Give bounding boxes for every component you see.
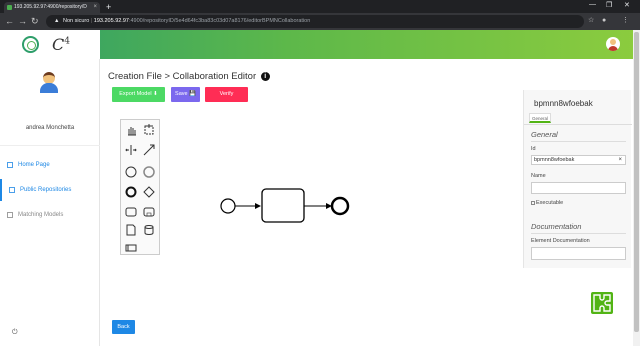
address-bar[interactable]: ▲ Non sicuro | 193.205.92.97:4900/reposi… bbox=[46, 15, 584, 28]
app-header: C4 bbox=[0, 30, 640, 59]
end-event[interactable] bbox=[330, 196, 350, 216]
user-avatar bbox=[40, 71, 58, 93]
executable-checkbox[interactable]: Executable bbox=[531, 200, 563, 206]
document-icon bbox=[7, 162, 13, 168]
divider bbox=[531, 233, 626, 234]
document-icon bbox=[9, 187, 15, 193]
clear-icon[interactable]: × bbox=[618, 156, 622, 164]
sidebar-item-label: Public Repositories bbox=[20, 187, 72, 193]
browser-chrome: 193.205.92.97:4900/repository/D × + — ❐ … bbox=[0, 0, 640, 30]
group-general-heading: General bbox=[531, 130, 558, 139]
star-icon[interactable]: ☆ bbox=[588, 16, 594, 26]
logo-emblem-icon bbox=[22, 36, 39, 53]
sidebar-item-label: Matching Models bbox=[18, 212, 64, 218]
url-path: :4900/repositoryID/5e4d64fc3ba83c03d07a8… bbox=[128, 18, 311, 24]
incognito-icon[interactable]: ● bbox=[602, 16, 606, 26]
verify-button[interactable]: Verify bbox=[205, 87, 248, 102]
username: andrea Monchetta bbox=[25, 125, 75, 131]
element-id-title: bpmnn8wfoebak bbox=[534, 99, 593, 108]
divider bbox=[531, 141, 626, 142]
bpmn-canvas[interactable] bbox=[112, 111, 522, 339]
new-tab-button[interactable]: + bbox=[106, 2, 111, 12]
url-host: 193.205.92.97 bbox=[93, 18, 129, 24]
divider bbox=[0, 145, 100, 146]
save-button[interactable]: Save 💾 bbox=[171, 87, 200, 102]
tab-bar: 193.205.92.97:4900/repository/D × + — ❐ … bbox=[0, 0, 640, 13]
sidebar-item-label: Home Page bbox=[18, 162, 50, 168]
logo-text: C4 bbox=[52, 35, 70, 54]
documentation-label: Element Documentation bbox=[531, 238, 590, 244]
export-model-button[interactable]: Export Model ⬇ bbox=[112, 87, 165, 102]
sidebar-item-public-repositories[interactable]: Public Repositories bbox=[0, 179, 100, 201]
properties-panel: bpmnn8wfoebak General General Id bpmnn8w… bbox=[523, 90, 632, 268]
menu-icon[interactable]: ⋮ bbox=[622, 16, 629, 26]
minimize-button[interactable]: — bbox=[589, 1, 596, 8]
app: C4 andrea Monchetta Home Page Public Rep… bbox=[0, 30, 640, 346]
back-arrow-icon[interactable]: ← bbox=[5, 16, 14, 26]
task[interactable] bbox=[261, 188, 305, 223]
page-title: Creation File > Collaboration Editor i bbox=[108, 71, 270, 82]
warning-icon: ▲ bbox=[54, 18, 60, 24]
documentation-field[interactable] bbox=[531, 247, 626, 260]
tab-general[interactable]: General bbox=[529, 113, 551, 123]
maximize-button[interactable]: ❐ bbox=[606, 1, 612, 9]
sidebar: andrea Monchetta Home Page Public Reposi… bbox=[0, 59, 100, 346]
name-label: Name bbox=[531, 173, 546, 179]
power-icon[interactable]: ⏻ bbox=[12, 329, 18, 337]
info-icon[interactable]: i bbox=[260, 71, 270, 81]
forward-arrow-icon[interactable]: → bbox=[18, 16, 27, 26]
back-button[interactable]: Back bbox=[112, 320, 135, 334]
header-avatar[interactable] bbox=[606, 37, 620, 51]
id-field[interactable]: bpmnn8wfoebak × bbox=[531, 155, 626, 165]
bpmn-io-logo[interactable] bbox=[591, 292, 613, 314]
document-icon bbox=[7, 212, 13, 218]
reload-icon[interactable]: ↻ bbox=[31, 16, 39, 26]
start-event[interactable] bbox=[220, 198, 236, 214]
browser-tab[interactable]: 193.205.92.97:4900/repository/D × bbox=[4, 2, 100, 13]
group-documentation-heading: Documentation bbox=[531, 222, 582, 231]
tab-close-icon[interactable]: × bbox=[93, 2, 97, 13]
security-label: Non sicuro bbox=[62, 18, 90, 24]
scrollbar[interactable] bbox=[633, 30, 640, 346]
sidebar-item-home[interactable]: Home Page bbox=[0, 154, 100, 176]
name-field[interactable] bbox=[531, 182, 626, 194]
close-window-button[interactable]: ✕ bbox=[624, 1, 630, 9]
tab-title: 193.205.92.97:4900/repository/D bbox=[14, 4, 87, 10]
divider bbox=[524, 124, 632, 125]
id-label: Id bbox=[531, 146, 536, 152]
logo[interactable]: C4 bbox=[0, 30, 100, 59]
scrollbar-thumb[interactable] bbox=[634, 32, 639, 332]
address-row: ← → ↻ ▲ Non sicuro | 193.205.92.97:4900/… bbox=[0, 13, 640, 30]
checkbox-icon[interactable] bbox=[531, 200, 535, 205]
bpmn-diagram bbox=[220, 188, 350, 223]
sidebar-item-matching-models[interactable]: Matching Models bbox=[0, 204, 100, 226]
puzzle-icon bbox=[593, 294, 611, 312]
favicon-icon bbox=[7, 5, 12, 10]
